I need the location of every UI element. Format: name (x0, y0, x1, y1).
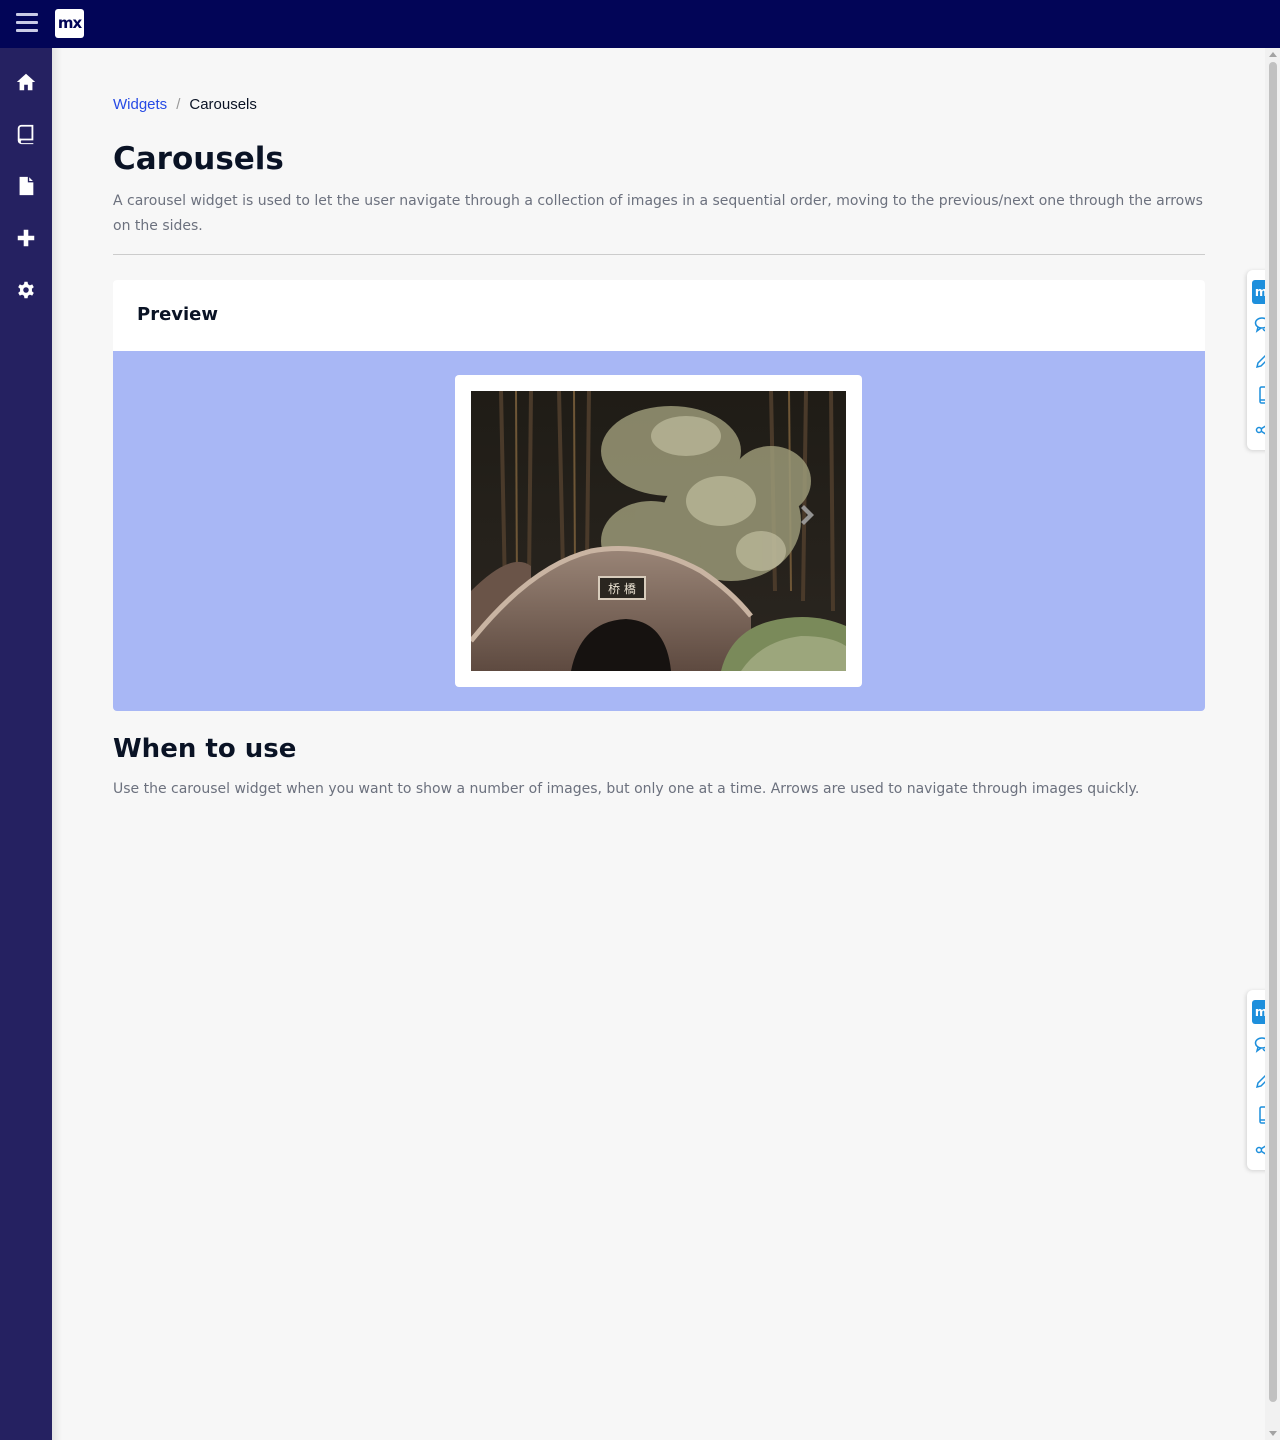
home-icon (16, 73, 36, 91)
sidebar-shadow (52, 48, 62, 1440)
preview-area: 桥 橋 (113, 351, 1205, 711)
preview-card-header: Preview (113, 280, 1205, 351)
when-to-use-text: Use the carousel widget when you want to… (113, 781, 1140, 797)
preview-title: Preview (137, 304, 219, 325)
carousel: 桥 橋 (455, 375, 862, 687)
sidebar-item-add[interactable] (0, 212, 52, 264)
sidebar-item-home[interactable] (0, 56, 52, 108)
carousel-image: 桥 橋 (471, 391, 846, 671)
scroll-down-arrow-icon[interactable] (1269, 1431, 1277, 1436)
scroll-up-arrow-icon[interactable] (1269, 52, 1277, 57)
svg-text:桥 橋: 桥 橋 (608, 582, 636, 596)
breadcrumb-separator: / (176, 96, 181, 113)
sidebar-item-settings[interactable] (0, 264, 52, 316)
breadcrumb-link-widgets[interactable]: Widgets (113, 96, 167, 113)
book-icon (17, 124, 34, 145)
plus-icon (17, 229, 35, 247)
when-to-use-title: When to use (113, 734, 297, 764)
hamburger-menu-icon[interactable] (16, 13, 38, 33)
sidebar-item-file[interactable] (0, 160, 52, 212)
sidebar (0, 48, 52, 1440)
breadcrumb-current: Carousels (189, 96, 257, 113)
gear-icon (18, 281, 34, 299)
scrollbar[interactable] (1265, 48, 1280, 1440)
chevron-right-icon (801, 505, 814, 525)
carousel-next-button[interactable] (795, 501, 823, 529)
divider (113, 254, 1205, 255)
file-icon (19, 176, 34, 196)
page-description: A carousel widget is used to let the use… (113, 193, 1203, 234)
sidebar-item-book[interactable] (0, 108, 52, 160)
breadcrumb: Widgets / Carousels (113, 96, 257, 113)
page-title: Carousels (113, 141, 284, 177)
top-bar: mx (0, 0, 1280, 48)
app-logo[interactable]: mx (55, 9, 84, 38)
scroll-thumb[interactable] (1269, 62, 1277, 1402)
